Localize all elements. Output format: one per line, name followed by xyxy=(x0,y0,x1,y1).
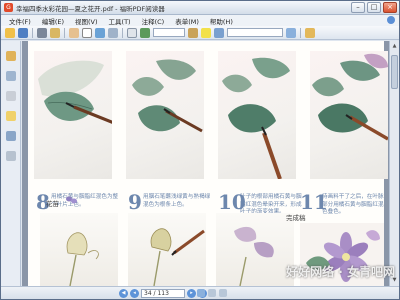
leaf-painting-illustration xyxy=(312,53,389,141)
step-text: 用胭石笔蘸浅绿黄与熟褐绿混色为根条上色。 xyxy=(143,194,211,208)
select-icon[interactable] xyxy=(82,27,92,38)
scroll-up-icon[interactable]: ▲ xyxy=(391,43,398,50)
window-title: 幸福四季水彩花园—夏之花开.pdf - 福昕PDF阅读器 xyxy=(16,5,165,13)
attachments-panel-icon[interactable] xyxy=(6,131,16,141)
step-text: 用橘石黄与胭脂红混色为整个叶片上色。 xyxy=(51,194,119,208)
bud-sketch-illustration xyxy=(150,228,205,286)
menu-file[interactable]: 文件(F) xyxy=(9,16,31,26)
toolbar-divider xyxy=(122,27,123,38)
menu-comment[interactable]: 注释(C) xyxy=(142,16,165,26)
typewriter-icon[interactable] xyxy=(188,27,198,38)
bud-sketch-illustration xyxy=(66,232,99,286)
menu-bar: 文件(F) 编辑(E) 视图(V) 工具(T) 注释(C) 表单(M) 帮助(H… xyxy=(1,15,399,26)
signatures-panel-icon[interactable] xyxy=(6,151,16,161)
page-navigation: ◀ ◂ 34 / 113 ▸ ▶ xyxy=(119,289,207,298)
highlight-icon[interactable] xyxy=(201,27,211,38)
find-input[interactable] xyxy=(227,28,283,37)
first-page-icon[interactable]: ◀ xyxy=(119,289,128,298)
toolbar-divider xyxy=(32,27,33,38)
find-icon[interactable] xyxy=(286,27,296,38)
window-controls: – □ × xyxy=(351,2,397,13)
note-icon[interactable] xyxy=(214,27,224,38)
step-photo-9 xyxy=(126,51,204,179)
menu-help[interactable]: 帮助(H) xyxy=(210,16,233,26)
vertical-scrollbar[interactable]: ▲ ▼ xyxy=(389,41,399,286)
zoom-field[interactable] xyxy=(153,28,185,37)
status-bar: ◀ ◂ 34 / 113 ▸ ▶ xyxy=(1,286,399,299)
pages-panel-icon[interactable] xyxy=(6,71,16,81)
next-page-icon[interactable]: ▸ xyxy=(187,289,196,298)
toolbar-divider xyxy=(300,27,301,38)
help-globe-icon[interactable] xyxy=(387,16,395,24)
comments-panel-icon[interactable] xyxy=(6,111,16,121)
snapshot-icon[interactable] xyxy=(108,27,118,38)
pdf-page: 8 用橘石黄与胭脂红混色为整个叶片上色。 9 用胭石笔蘸浅绿黄与熟褐绿混色为根条… xyxy=(28,41,389,286)
step-number: 9 xyxy=(128,190,142,214)
toolbar-divider xyxy=(64,27,65,38)
open-icon[interactable] xyxy=(5,27,15,38)
hand-icon[interactable] xyxy=(69,27,79,38)
section-label: 花苗 xyxy=(46,200,59,208)
finished-label: 完成稿 xyxy=(286,214,306,222)
scroll-thumb[interactable] xyxy=(391,55,398,89)
bud-photo-2 xyxy=(128,213,206,286)
menu-edit[interactable]: 编辑(E) xyxy=(42,16,64,26)
document-area[interactable]: 8 用橘石黄与胭脂红混色为整个叶片上色。 9 用胭石笔蘸浅绿黄与熟褐绿混色为根条… xyxy=(22,41,389,286)
email-icon[interactable] xyxy=(50,27,60,38)
step-photo-10 xyxy=(218,51,296,180)
leaf-painting-illustration xyxy=(38,60,115,125)
page-fit-icon[interactable] xyxy=(127,27,137,38)
toolbar xyxy=(1,26,399,40)
rotate-icon[interactable] xyxy=(140,27,150,38)
previous-page-icon[interactable]: ◂ xyxy=(130,289,139,298)
continuous-icon[interactable] xyxy=(208,289,216,297)
facing-icon[interactable] xyxy=(219,289,227,297)
leaf-painting-illustration xyxy=(222,57,290,180)
app-icon: G xyxy=(4,3,13,12)
page-number-field[interactable]: 34 / 113 xyxy=(141,289,185,298)
app-window: G 幸福四季水彩花园—夏之花开.pdf - 福昕PDF阅读器 – □ × 文件(… xyxy=(0,0,400,300)
flower-bud-icon xyxy=(66,196,77,204)
close-button[interactable]: × xyxy=(383,2,397,13)
menu-forms[interactable]: 表单(M) xyxy=(175,16,199,26)
single-page-icon[interactable] xyxy=(197,289,205,297)
zoom-in-icon[interactable] xyxy=(95,27,105,38)
step-photo-8 xyxy=(34,51,115,179)
print-icon[interactable] xyxy=(37,27,47,38)
step-photo-11 xyxy=(310,51,389,179)
bud-sketch-illustration xyxy=(234,226,274,286)
step-text: 待画料干了之后，在叶脉部分用橘石黄与胭脂红混色叠色。 xyxy=(322,194,384,215)
bud-photo-1 xyxy=(40,213,118,286)
save-icon[interactable] xyxy=(18,27,28,38)
bookmark-icon[interactable] xyxy=(305,27,315,38)
layers-panel-icon[interactable] xyxy=(6,91,16,101)
watermark-text: 好好网络 · 女青吧网 xyxy=(286,265,395,279)
view-mode-icons xyxy=(197,289,227,297)
leaf-painting-illustration xyxy=(132,59,203,133)
minimize-button[interactable]: – xyxy=(351,2,365,13)
maximize-button[interactable]: □ xyxy=(367,2,381,13)
bookmarks-panel-icon[interactable] xyxy=(6,51,16,61)
menu-tools[interactable]: 工具(T) xyxy=(109,16,131,26)
title-bar: G 幸福四季水彩花园—夏之花开.pdf - 福昕PDF阅读器 – □ × xyxy=(1,1,399,15)
navigation-panel xyxy=(1,41,21,286)
bud-photo-3 xyxy=(216,213,294,286)
menu-view[interactable]: 视图(V) xyxy=(75,16,98,26)
